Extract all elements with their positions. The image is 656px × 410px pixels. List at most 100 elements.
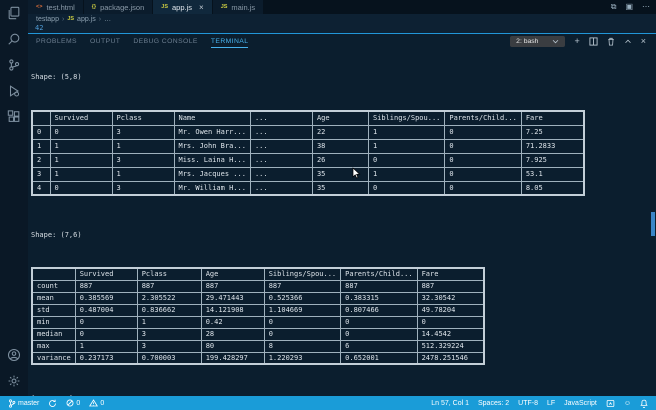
sync-changes-item[interactable] — [48, 399, 57, 408]
table-cell: 1 — [31, 138, 51, 154]
warning-triangle-icon — [89, 399, 99, 407]
warnings-item[interactable]: 0 — [89, 399, 104, 407]
close-panel-icon[interactable]: × — [641, 36, 646, 47]
maximize-panel-chevron-icon[interactable] — [624, 39, 632, 44]
new-terminal-icon[interactable]: + — [574, 36, 579, 47]
breadcrumb-folder[interactable]: testapp — [36, 16, 59, 23]
editor-tab-bar: <> test.html {} package.json JS app.js ×… — [28, 0, 656, 14]
table-cell: Miss. Laina H... — [173, 152, 251, 168]
table-cell: 7.925 — [520, 152, 585, 168]
table-cell: 2.305522 — [136, 291, 202, 305]
editor-layout-icon[interactable]: ▣ — [625, 2, 633, 12]
terminal-output[interactable]: Shape: (5,8) Survived Pclass Name... Age Sib… — [28, 49, 656, 396]
panel-tab-output[interactable]: OUTPUT — [90, 36, 120, 48]
breadcrumb-more[interactable]: … — [104, 16, 111, 23]
table-cell: 3 — [136, 327, 202, 341]
table-cell: min — [31, 315, 76, 329]
table-header-cell: Name — [173, 110, 251, 126]
panel-header: PROBLEMS OUTPUT DEBUG CONSOLE TERMINAL 2… — [28, 34, 656, 49]
table-cell: 8.05 — [520, 180, 585, 196]
accounts-icon[interactable] — [0, 342, 28, 368]
table-cell: 1 — [111, 166, 175, 182]
table-cell: variance — [31, 351, 76, 365]
table-header-cell: Siblings/Spou... — [367, 110, 446, 126]
table-header-cell: Age — [311, 110, 369, 126]
table-cell: 887 — [416, 279, 485, 293]
git-branch-item[interactable]: master — [8, 398, 39, 408]
json-file-icon: {} — [91, 4, 97, 10]
panel-tab-problems[interactable]: PROBLEMS — [36, 36, 77, 48]
errors-item[interactable]: 0 — [66, 399, 80, 407]
html-file-icon: <> — [36, 4, 43, 10]
editor-line-text: 42 — [35, 24, 44, 32]
table-row: 3 1 1 Mrs. Jacques ...... 35 1 0 53.1 — [31, 166, 585, 182]
table-cell: Mr. William H... — [173, 180, 251, 196]
table-cell: 4 — [31, 180, 51, 196]
editor-actions: ⧉ ▣ ⋯ — [611, 2, 650, 12]
table-cell: ... — [249, 124, 313, 140]
table-row: 4 0 3 Mr. William H...... 35 0 0 8.05 — [31, 180, 585, 196]
table-cell: count — [31, 279, 76, 293]
language-mode[interactable]: JavaScript — [564, 400, 597, 407]
more-actions-icon[interactable]: ⋯ — [642, 2, 650, 12]
explorer-icon[interactable] — [0, 0, 28, 26]
table-cell: 14.121908 — [200, 303, 265, 317]
table-header-row: Survived Pclass Age Siblings/Spou... Parents… — [31, 267, 485, 281]
cursor-position[interactable]: Ln 57, Col 1 — [431, 400, 469, 407]
table-cell: 26 — [311, 152, 369, 168]
settings-gear-icon[interactable] — [0, 368, 28, 394]
table-cell: 0 — [444, 152, 522, 168]
editor-visible-line[interactable]: 42 — [28, 24, 656, 33]
table-cell: 2478.251546 — [416, 351, 485, 365]
table-cell: 0.525366 — [263, 291, 342, 305]
screencast-icon[interactable] — [606, 399, 615, 408]
table-cell: 0 — [444, 166, 522, 182]
terminal-select[interactable]: 2: bash — [510, 36, 566, 47]
split-terminal-icon[interactable] — [589, 37, 598, 46]
table-cell: 1 — [136, 315, 202, 329]
table-cell: 0.383315 — [340, 291, 418, 305]
tab-main-js[interactable]: JS main.js — [212, 0, 265, 14]
tab-test-html[interactable]: <> test.html — [28, 0, 84, 14]
table-header-cell: Siblings/Spou... — [263, 267, 342, 281]
kill-terminal-trash-icon[interactable] — [607, 37, 615, 46]
tab-package-json[interactable]: {} package.json — [83, 0, 154, 14]
eol-setting[interactable]: LF — [547, 400, 555, 407]
panel-tab-terminal[interactable]: TERMINAL — [210, 36, 249, 48]
table-cell: 28 — [200, 327, 265, 341]
table-header-cell: Pclass — [136, 267, 202, 281]
search-icon[interactable] — [0, 26, 28, 52]
table-cell: 0 — [31, 124, 51, 140]
tab-close-icon[interactable]: × — [199, 3, 204, 12]
source-control-icon[interactable] — [0, 52, 28, 78]
extensions-icon[interactable] — [0, 104, 28, 130]
indentation-setting[interactable]: Spaces: 2 — [478, 400, 509, 407]
table-cell: 0 — [49, 180, 113, 196]
table-cell: 887 — [74, 279, 138, 293]
feedback-smiley-icon[interactable]: ☺ — [624, 400, 631, 407]
table-header-cell: Parents/Child... — [444, 110, 522, 126]
error-count: 0 — [76, 399, 81, 407]
table-cell: Mrs. Jacques ... — [173, 166, 251, 182]
panel-tabs: PROBLEMS OUTPUT DEBUG CONSOLE TERMINAL — [28, 36, 249, 48]
split-editor-icon[interactable]: ⧉ — [611, 2, 617, 12]
table-cell: 32.30542 — [416, 291, 485, 305]
js-file-icon: JS — [220, 4, 228, 10]
table-header-cell: ... — [249, 110, 313, 126]
run-debug-icon[interactable] — [0, 78, 28, 104]
breadcrumb-file[interactable]: app.js — [77, 16, 96, 23]
table-cell: Mrs. John Bra... — [173, 138, 251, 154]
table-cell: 887 — [340, 279, 418, 293]
breadcrumb[interactable]: testapp › JS app.js › … — [28, 14, 656, 24]
table-cell: 0.807466 — [340, 303, 418, 317]
error-circle-icon — [66, 399, 74, 407]
table-row: mean 0.385569 2.305522 29.471443 0.525366 0.3… — [31, 291, 485, 305]
terminal-scrollbar-thumb[interactable] — [651, 212, 655, 236]
panel-tab-debug-console[interactable]: DEBUG CONSOLE — [133, 36, 198, 48]
encoding-setting[interactable]: UTF-8 — [518, 400, 538, 407]
dataframe-describe-table: Survived Pclass Age Siblings/Spou... Parents… — [31, 267, 486, 365]
notifications-bell-icon[interactable] — [640, 399, 648, 408]
tab-app-js[interactable]: JS app.js × — [153, 0, 213, 14]
table-cell: 22 — [311, 124, 369, 140]
status-bar: master 0 0 Ln 57, Col 1 Spaces: 2 UTF-8 … — [0, 396, 656, 410]
